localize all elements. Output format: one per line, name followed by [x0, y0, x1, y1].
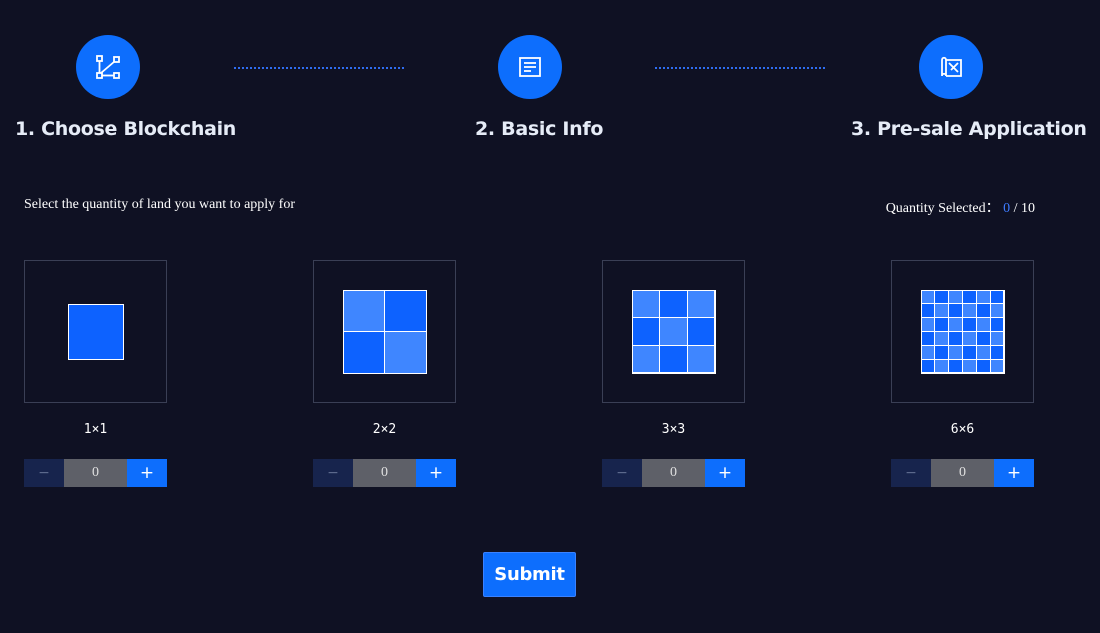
land-cell [962, 331, 976, 345]
quantity-selected-label: Quantity Selected： [885, 201, 1000, 216]
land-cell [935, 318, 949, 331]
land-cell [949, 318, 962, 331]
land-grid-1x1 [67, 303, 124, 360]
submit-button[interactable]: Submit [483, 552, 576, 597]
land-tile-2x2[interactable] [313, 260, 456, 403]
land-cell [687, 318, 715, 345]
step-connector-2 [655, 67, 825, 69]
land-cell [343, 290, 384, 331]
land-cell [632, 345, 660, 373]
step-3-icon [919, 35, 983, 99]
land-cell [990, 318, 1004, 331]
land-cell [990, 359, 1004, 373]
land-cell [660, 345, 687, 373]
land-cell [921, 290, 935, 304]
quantity-max: 10 [1021, 201, 1035, 216]
land-cell [660, 290, 687, 318]
step-3-label: 3. Pre-sale Application [851, 118, 1087, 140]
quantity-selected: Quantity Selected： 0 / 10 [886, 197, 1035, 217]
land-cell [976, 304, 990, 318]
land-cell [632, 318, 660, 345]
tile-label-6x6: 6×6 [950, 422, 975, 437]
land-cell [976, 290, 990, 304]
land-cell [949, 331, 962, 345]
land-grid-6x6 [920, 289, 1005, 374]
land-cell [962, 359, 976, 373]
increment-button-1x1[interactable]: + [127, 459, 167, 487]
land-cell [962, 318, 976, 331]
land-cell [68, 304, 123, 359]
step-1-label: 1. Choose Blockchain [15, 118, 237, 140]
quantity-input-2x2[interactable] [353, 459, 416, 487]
increment-button-2x2[interactable]: + [416, 459, 456, 487]
land-cell [949, 345, 962, 359]
step-2-icon [498, 35, 562, 99]
land-cell [921, 359, 935, 373]
land-cell [976, 318, 990, 331]
quantity-input-1x1[interactable] [64, 459, 127, 487]
document-icon [519, 57, 541, 77]
land-cell [962, 290, 976, 304]
step-2-label: 2. Basic Info [475, 118, 604, 140]
decrement-button-1x1[interactable]: − [24, 459, 64, 487]
land-cell [935, 359, 949, 373]
land-cell [949, 290, 962, 304]
land-cell [687, 345, 715, 373]
decrement-button-3x3[interactable]: − [602, 459, 642, 487]
land-tile-1x1[interactable] [24, 260, 167, 403]
land-tile-6x6[interactable] [891, 260, 1034, 403]
land-cell [385, 332, 426, 373]
land-cell [976, 359, 990, 373]
blockchain-nodes-icon [96, 55, 120, 79]
step-1-icon [76, 35, 140, 99]
land-cell [687, 290, 715, 318]
tile-label-3x3: 3×3 [661, 422, 686, 437]
land-cell [962, 304, 976, 318]
quantity-separator: / [1010, 201, 1021, 216]
land-grid-3x3 [631, 289, 716, 374]
quantity-input-6x6[interactable] [931, 459, 994, 487]
land-cell [935, 290, 949, 304]
increment-button-3x3[interactable]: + [705, 459, 745, 487]
land-cell [343, 332, 384, 373]
land-cell [990, 304, 1004, 318]
stepper-6x6: − + [891, 459, 1034, 487]
tile-label-1x1: 1×1 [83, 422, 108, 437]
land-cell [935, 331, 949, 345]
quantity-input-3x3[interactable] [642, 459, 705, 487]
land-cell [935, 345, 949, 359]
land-cell [990, 345, 1004, 359]
step-connector-1 [234, 67, 404, 69]
increment-button-6x6[interactable]: + [994, 459, 1034, 487]
land-cell [921, 345, 935, 359]
land-cell [962, 345, 976, 359]
land-cell [921, 304, 935, 318]
land-cell [949, 304, 962, 318]
stepper-1x1: − + [24, 459, 167, 487]
tile-label-2x2: 2×2 [372, 422, 397, 437]
land-grid-2x2 [342, 289, 427, 374]
land-cell [921, 318, 935, 331]
land-cell [385, 290, 426, 331]
land-cell [976, 345, 990, 359]
stepper-2x2: − + [313, 459, 456, 487]
stepper-3x3: − + [602, 459, 745, 487]
land-cell [990, 331, 1004, 345]
land-cell [935, 304, 949, 318]
land-cell [660, 318, 687, 345]
land-cell [921, 331, 935, 345]
map-icon [941, 56, 962, 77]
decrement-button-6x6[interactable]: − [891, 459, 931, 487]
land-cell [990, 290, 1004, 304]
land-cell [976, 331, 990, 345]
instruction-text: Select the quantity of land you want to … [24, 197, 295, 212]
land-cell [949, 359, 962, 373]
land-tile-3x3[interactable] [602, 260, 745, 403]
land-cell [632, 290, 660, 318]
decrement-button-2x2[interactable]: − [313, 459, 353, 487]
